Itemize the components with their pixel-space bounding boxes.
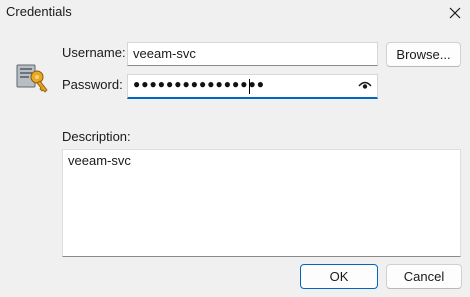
text-caret: [249, 79, 250, 94]
description-value: veeam-svc: [68, 153, 131, 168]
ok-button-label: OK: [329, 269, 349, 284]
credentials-key-icon: [16, 64, 48, 93]
close-button[interactable]: [440, 0, 470, 26]
username-value: veeam-svc: [133, 46, 196, 61]
password-label: Password:: [62, 77, 123, 92]
window-title: Credentials: [6, 4, 72, 19]
username-label: Username:: [62, 45, 126, 60]
username-field[interactable]: veeam-svc: [127, 42, 378, 66]
cancel-button[interactable]: Cancel: [386, 264, 462, 289]
ok-button[interactable]: OK: [300, 264, 378, 289]
browse-button[interactable]: Browse...: [386, 42, 461, 67]
password-field[interactable]: ●●●●●●●●●●●●●●●●: [127, 74, 378, 99]
close-icon: [449, 7, 461, 19]
password-masked-value: ●●●●●●●●●●●●●●●●: [133, 77, 265, 91]
browse-button-label: Browse...: [396, 47, 451, 62]
cancel-button-label: Cancel: [403, 269, 445, 284]
description-label: Description:: [62, 129, 131, 144]
title-bar: Credentials: [0, 0, 470, 26]
eye-icon[interactable]: [358, 79, 372, 91]
description-field[interactable]: veeam-svc: [62, 149, 461, 257]
